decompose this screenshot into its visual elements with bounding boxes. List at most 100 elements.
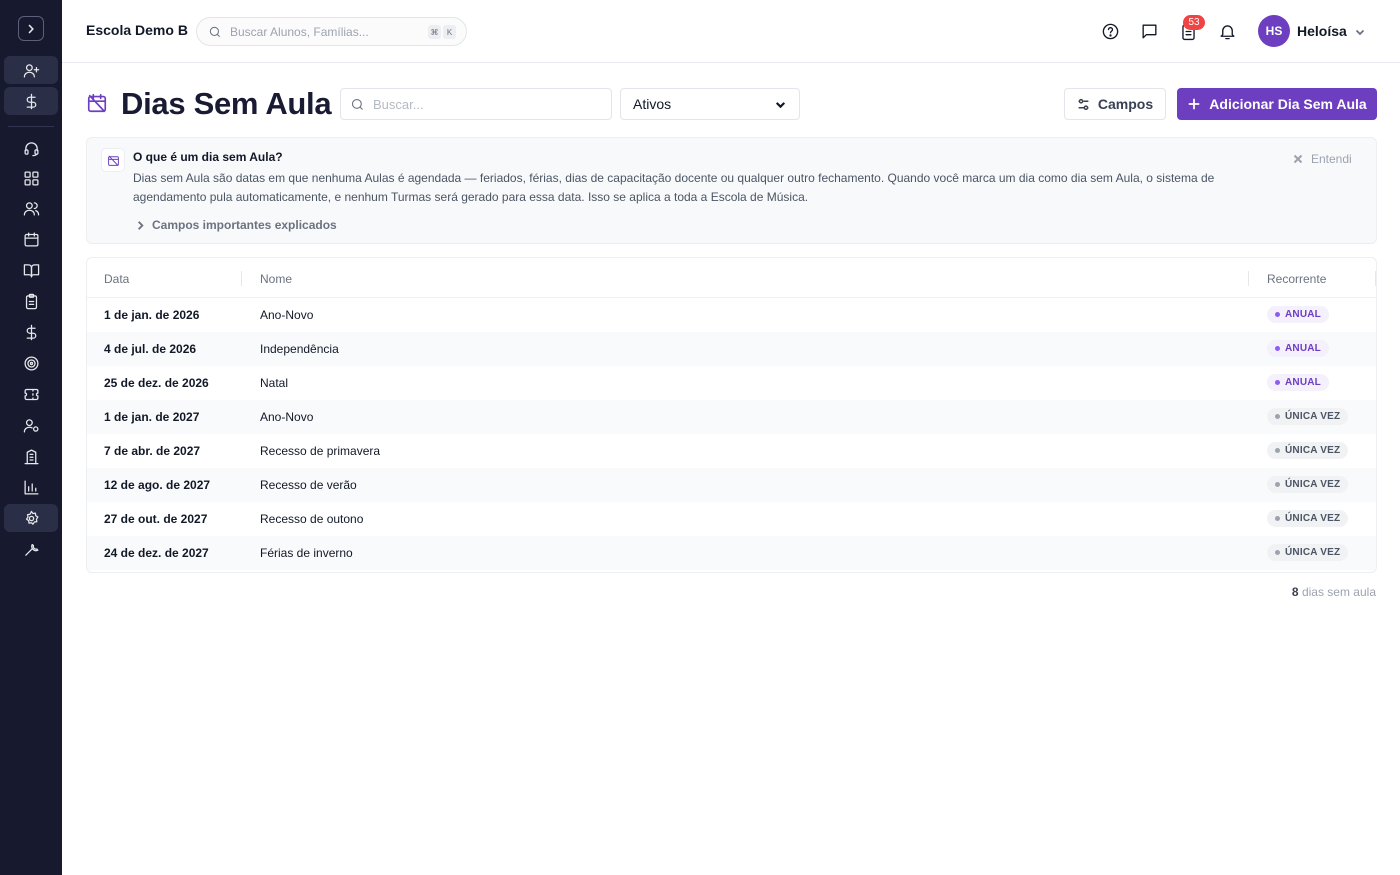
- book-icon: [23, 263, 39, 278]
- status-filter-value: Ativos: [633, 96, 672, 112]
- table-row[interactable]: 1 de jan. de 2027 Ano-Novo ÚNICA VEZ: [87, 400, 1376, 434]
- sidebar-item-events[interactable]: [4, 380, 58, 408]
- recurrence-badge: ÚNICA VEZ: [1267, 408, 1349, 425]
- recurrence-badge: ANUAL: [1267, 306, 1329, 323]
- sidebar-item-tasks[interactable]: [4, 287, 58, 315]
- page-title: Dias Sem Aula: [121, 86, 332, 121]
- sidebar-item-billing[interactable]: [4, 318, 58, 346]
- sidebar-expand-button[interactable]: [18, 16, 44, 41]
- cell-name: Recesso de primavera: [260, 444, 381, 458]
- recurrence-badge: ÚNICA VEZ: [1267, 476, 1349, 493]
- page-search-input[interactable]: [373, 96, 593, 112]
- table-row[interactable]: 27 de out. de 2027 Recesso de outono ÚNI…: [87, 502, 1376, 536]
- sidebar-item-tools[interactable]: [4, 535, 58, 563]
- user-plus-icon: [23, 63, 39, 78]
- chevron-down-icon: [1355, 29, 1365, 36]
- recurrence-badge: ANUAL: [1267, 340, 1329, 357]
- column-resize-handle[interactable]: [241, 271, 242, 286]
- tasks-count-badge: 53: [1183, 15, 1205, 30]
- clipboard-icon: [25, 293, 37, 309]
- user-avatar[interactable]: HS: [1258, 15, 1290, 47]
- wrench-icon: [24, 543, 39, 556]
- school-name[interactable]: Escola Demo B: [86, 22, 188, 38]
- sidebar-item-settings[interactable]: [4, 504, 58, 532]
- info-title: O que é um dia sem Aula?: [133, 150, 283, 164]
- messages-button[interactable]: [1138, 20, 1160, 42]
- settings-icon: [25, 510, 39, 525]
- ticket-icon: [23, 388, 39, 400]
- fields-button[interactable]: Campos: [1064, 88, 1166, 120]
- column-header-date[interactable]: Data: [104, 272, 129, 286]
- plus-icon: [1189, 98, 1200, 110]
- add-day-off-button[interactable]: Adicionar Dia Sem Aula: [1177, 88, 1377, 120]
- sidebar-item-calendar[interactable]: [4, 225, 58, 253]
- cell-name: Ano-Novo: [260, 308, 314, 322]
- cell-date: 7 de abr. de 2027: [104, 444, 201, 458]
- dismiss-label: Entendi: [1311, 152, 1352, 166]
- sidebar-item-reports[interactable]: [4, 473, 58, 501]
- table-header: Data Nome Recorrente: [87, 258, 1376, 298]
- calendar-icon: [23, 231, 39, 247]
- calendar-off-icon: [86, 92, 108, 114]
- recurrence-badge: ÚNICA VEZ: [1267, 510, 1349, 527]
- record-count: 8 dias sem aula: [1292, 585, 1376, 599]
- sidebar-item-staff[interactable]: [4, 411, 58, 439]
- table-row[interactable]: 24 de dez. de 2027 Férias de inverno ÚNI…: [87, 536, 1376, 570]
- help-icon: [1102, 23, 1118, 39]
- important-fields-toggle[interactable]: Campos importantes explicados: [135, 218, 337, 232]
- sidebar-item-goals[interactable]: [4, 349, 58, 377]
- chevron-right-icon: [138, 220, 144, 230]
- sidebar-item-support[interactable]: [4, 134, 58, 162]
- sidebar-item-people[interactable]: [4, 194, 58, 222]
- cell-date: 24 de dez. de 2027: [104, 546, 209, 560]
- cell-date: 25 de dez. de 2026: [104, 376, 209, 390]
- users-icon: [23, 201, 39, 216]
- notifications-button[interactable]: [1216, 20, 1238, 42]
- sidebar-item-lessons[interactable]: [4, 256, 58, 284]
- shortcut-key-cmd: ⌘: [428, 25, 441, 39]
- sidebar-item-locations[interactable]: [4, 442, 58, 470]
- grid-icon: [23, 170, 39, 186]
- cell-name: Natal: [260, 376, 289, 390]
- message-icon: [1141, 23, 1157, 39]
- page-search[interactable]: [340, 88, 612, 120]
- important-fields-label: Campos importantes explicados: [152, 218, 337, 232]
- calendar-off-icon: [101, 148, 125, 172]
- recurrence-badge: ÚNICA VEZ: [1267, 442, 1349, 459]
- table-row[interactable]: 4 de jul. de 2026 Independência ANUAL: [87, 332, 1376, 366]
- dismiss-info-button[interactable]: Entendi: [1293, 152, 1352, 166]
- add-button-label: Adicionar Dia Sem Aula: [1209, 96, 1367, 112]
- shortcut-key-k: K: [443, 25, 456, 39]
- cell-name: Recesso de outono: [260, 512, 364, 526]
- sidebar-item-payments[interactable]: [4, 87, 58, 115]
- table-row[interactable]: 12 de ago. de 2027 Recesso de verão ÚNIC…: [87, 468, 1376, 502]
- table-row[interactable]: 25 de dez. de 2026 Natal ANUAL: [87, 366, 1376, 400]
- column-resize-handle[interactable]: [1375, 271, 1376, 286]
- user-menu-toggle[interactable]: [1354, 25, 1366, 37]
- sliders-icon: [1078, 98, 1089, 110]
- column-header-name[interactable]: Nome: [260, 272, 292, 286]
- info-panel: O que é um dia sem Aula? Dias sem Aula s…: [86, 137, 1377, 244]
- target-icon: [23, 355, 39, 371]
- sidebar-item-add-student[interactable]: [4, 56, 58, 84]
- recurrence-badge: ÚNICA VEZ: [1267, 544, 1349, 561]
- column-header-recurring[interactable]: Recorrente: [1267, 272, 1326, 286]
- global-search[interactable]: ⌘ K: [196, 17, 467, 46]
- headset-icon: [23, 141, 39, 156]
- cell-name: Independência: [260, 342, 339, 356]
- user-name[interactable]: Heloísa: [1297, 23, 1347, 39]
- sidebar-divider: [8, 126, 54, 127]
- cell-name: Recesso de verão: [260, 478, 357, 492]
- status-filter-select[interactable]: Ativos: [620, 88, 800, 120]
- sidebar: [0, 0, 62, 875]
- help-button[interactable]: [1099, 20, 1121, 42]
- global-search-input[interactable]: [230, 24, 420, 39]
- column-resize-handle[interactable]: [1248, 271, 1249, 286]
- bell-icon: [1219, 24, 1235, 39]
- info-description: Dias sem Aula são datas em que nenhuma A…: [133, 171, 1215, 204]
- sidebar-item-dashboard[interactable]: [4, 164, 58, 192]
- table-row[interactable]: 1 de jan. de 2026 Ano-Novo ANUAL: [87, 298, 1376, 332]
- user-cog-icon: [23, 418, 39, 433]
- table-row[interactable]: 7 de abr. de 2027 Recesso de primavera Ú…: [87, 434, 1376, 468]
- cell-date: 12 de ago. de 2027: [104, 478, 211, 492]
